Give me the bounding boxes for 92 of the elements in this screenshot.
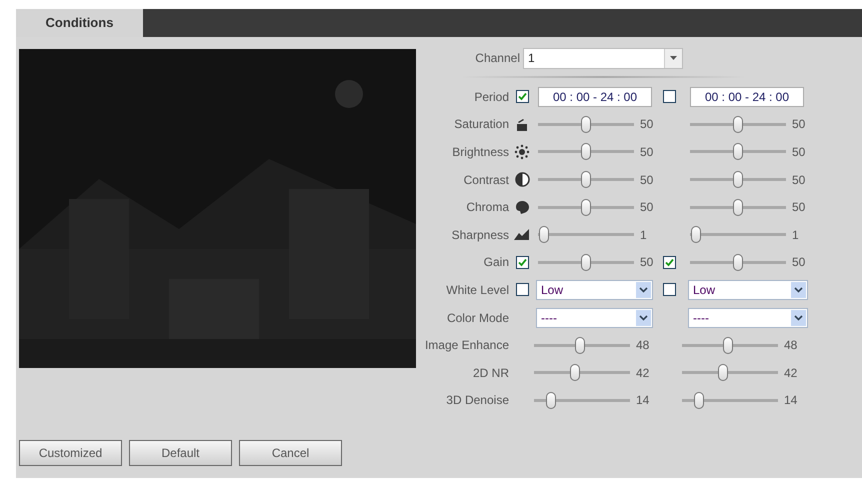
caret-icon: [664, 48, 682, 68]
time-range-field[interactable]: 00 : 00 - 24 : 00: [690, 86, 804, 107]
slider[interactable]: [534, 364, 630, 382]
slider-value: 50: [640, 199, 654, 216]
dropdown[interactable]: Low: [688, 280, 808, 300]
field-label: Contrast: [462, 172, 510, 189]
slider-thumb[interactable]: [538, 226, 549, 244]
slider-thumb[interactable]: [694, 392, 704, 409]
slider-value: 14: [636, 392, 650, 410]
slider-value: 50: [640, 144, 654, 161]
slider-value: 50: [640, 116, 654, 134]
checkbox[interactable]: [516, 90, 528, 104]
checkbox[interactable]: [516, 283, 528, 296]
slider-thumb[interactable]: [723, 336, 734, 354]
chevron-icon: [636, 282, 651, 298]
slider[interactable]: [690, 143, 786, 160]
checkbox[interactable]: [516, 256, 528, 269]
time-range-field[interactable]: 00 : 00 - 24 : 00: [538, 86, 652, 107]
slider-value: 50: [792, 172, 806, 189]
slider-thumb[interactable]: [733, 254, 743, 271]
channel-select[interactable]: 1: [523, 48, 683, 68]
slider-value: 50: [640, 172, 654, 189]
field-label: Period: [473, 88, 510, 106]
slider-thumb[interactable]: [581, 171, 591, 188]
field-label: Gain: [482, 254, 510, 272]
slider-value: 50: [640, 254, 654, 272]
slider[interactable]: [538, 226, 634, 244]
slider[interactable]: [690, 254, 786, 271]
slider-thumb[interactable]: [718, 364, 728, 382]
slider-thumb[interactable]: [575, 336, 586, 354]
slider-value: 48: [636, 337, 650, 354]
slider-thumb[interactable]: [690, 226, 701, 244]
slider-thumb[interactable]: [733, 198, 743, 216]
slider[interactable]: [534, 392, 630, 409]
slider-thumb[interactable]: [546, 392, 556, 409]
field-label: 2D NR: [472, 364, 510, 382]
slider[interactable]: [690, 116, 786, 133]
chevron-icon: [791, 282, 806, 298]
tab[interactable]: Conditions: [16, 9, 143, 37]
field-label: Saturation: [453, 116, 510, 134]
slider[interactable]: [534, 336, 630, 354]
slider[interactable]: [682, 392, 778, 409]
slider-value: 42: [784, 364, 798, 382]
field-label: White Level: [445, 282, 510, 299]
slider-thumb[interactable]: [570, 364, 580, 382]
slider-thumb[interactable]: [733, 143, 743, 160]
slider[interactable]: [682, 336, 778, 354]
slider[interactable]: [690, 226, 786, 244]
field-label: Channel: [474, 50, 521, 67]
slider[interactable]: [690, 198, 786, 216]
field-label: Sharpness: [450, 226, 510, 244]
slider[interactable]: [538, 171, 634, 188]
checkbox[interactable]: [662, 283, 676, 296]
slider-value: 50: [792, 199, 806, 216]
action-button[interactable]: Customized: [19, 440, 122, 466]
slider-value: 50: [792, 254, 806, 272]
slider[interactable]: [538, 198, 634, 216]
brightness-icon: [514, 144, 530, 160]
chevron-icon: [636, 310, 651, 326]
slider-value: 48: [784, 337, 798, 354]
slider-thumb[interactable]: [581, 254, 591, 271]
slider[interactable]: [690, 171, 786, 188]
checkbox[interactable]: [662, 90, 676, 104]
field-label: Color Mode: [446, 310, 510, 327]
slider-thumb[interactable]: [581, 116, 591, 133]
slider-thumb[interactable]: [733, 116, 743, 133]
slider-thumb[interactable]: [581, 143, 591, 160]
field-label: Chroma: [465, 199, 510, 216]
field-label: Brightness: [451, 144, 510, 161]
slider-value: 50: [792, 144, 806, 161]
slider[interactable]: [538, 116, 634, 133]
contrast-icon: [514, 172, 530, 188]
slider[interactable]: [682, 364, 778, 382]
slider-value: 1: [640, 226, 647, 244]
dropdown[interactable]: Low: [536, 280, 653, 300]
sharpness-icon: [514, 229, 530, 240]
slider-value: 14: [784, 392, 798, 410]
slider-value: 1: [792, 226, 799, 244]
slider-value: 50: [792, 116, 806, 134]
slider[interactable]: [538, 143, 634, 160]
dropdown[interactable]: ----: [536, 308, 653, 328]
dropdown[interactable]: ----: [688, 308, 808, 328]
action-button[interactable]: Default: [129, 440, 232, 466]
slider-thumb[interactable]: [733, 171, 743, 188]
chevron-icon: [791, 310, 806, 326]
slider-thumb[interactable]: [581, 198, 591, 216]
slider-value: 42: [636, 364, 650, 382]
action-button[interactable]: Cancel: [239, 440, 342, 466]
checkbox[interactable]: [662, 256, 676, 269]
field-label: 3D Denoise: [445, 392, 510, 410]
field-label: Image Enhance: [424, 337, 510, 354]
slider[interactable]: [538, 254, 634, 271]
